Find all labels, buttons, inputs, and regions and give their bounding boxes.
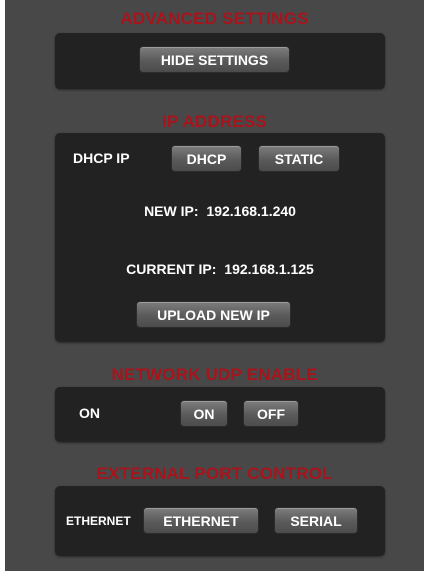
ethernet-button[interactable]: ETHERNET — [143, 507, 259, 534]
new-ip-value: 192.168.1.240 — [206, 203, 296, 219]
settings-panel: ADVANCED SETTINGS HIDE SETTINGS IP ADDRE… — [5, 0, 424, 571]
current-ip-label: CURRENT IP: — [126, 261, 217, 277]
hide-settings-button[interactable]: HIDE SETTINGS — [139, 46, 290, 73]
network-udp-box: ON ON OFF — [55, 387, 385, 442]
port-status-label: ETHERNET — [66, 514, 131, 528]
external-port-control-title: EXTERNAL PORT CONTROL — [96, 464, 333, 483]
udp-on-button[interactable]: ON — [180, 400, 228, 427]
ip-address-box: DHCP IP DHCP STATIC NEW IP: 192.168.1.24… — [55, 133, 385, 342]
ip-address-title: IP ADDRESS — [162, 112, 267, 131]
new-ip-row: NEW IP: 192.168.1.240 — [55, 203, 385, 219]
advanced-settings-box: HIDE SETTINGS — [55, 33, 385, 89]
current-ip-row: CURRENT IP: 192.168.1.125 — [55, 261, 385, 277]
upload-new-ip-button[interactable]: UPLOAD NEW IP — [136, 301, 291, 328]
udp-status-label: ON — [79, 405, 100, 421]
udp-off-button[interactable]: OFF — [243, 400, 299, 427]
static-button[interactable]: STATIC — [258, 145, 340, 172]
network-udp-enable-title: NETWORK UDP ENABLE — [111, 365, 318, 384]
serial-button[interactable]: SERIAL — [274, 507, 358, 534]
current-ip-value: 192.168.1.125 — [224, 261, 314, 277]
external-port-box: ETHERNET ETHERNET SERIAL — [55, 486, 385, 556]
dhcp-button[interactable]: DHCP — [171, 145, 242, 172]
new-ip-label: NEW IP: — [144, 203, 199, 219]
dhcp-ip-label: DHCP IP — [73, 150, 130, 166]
advanced-settings-title: ADVANCED SETTINGS — [120, 9, 309, 28]
